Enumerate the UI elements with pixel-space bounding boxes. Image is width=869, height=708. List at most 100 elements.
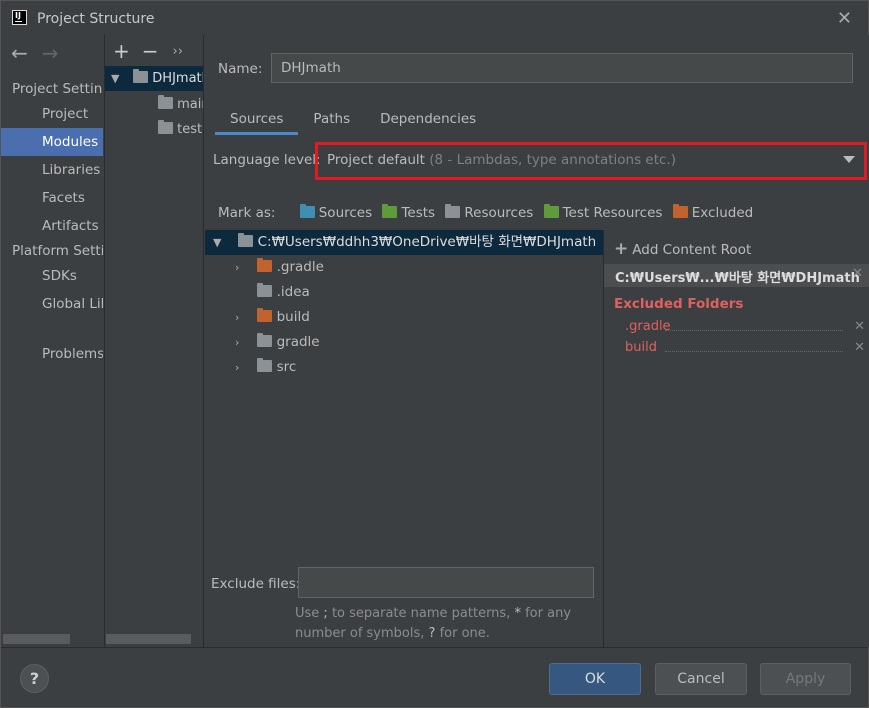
module-folder-icon [158, 95, 173, 109]
chevron-right-icon[interactable]: › [235, 305, 247, 330]
tab-paths[interactable]: Paths [298, 107, 365, 135]
more-actions-icon[interactable]: ›› [173, 44, 183, 59]
module-tree-item[interactable]: main [105, 92, 203, 117]
source-tree-item-label: gradle [276, 334, 320, 350]
module-tabs: Sources Paths Dependencies [215, 107, 491, 135]
nav-item-project[interactable]: Project [1, 100, 103, 128]
modules-horizontal-scrollbar[interactable] [106, 634, 191, 644]
mark-as-resources-label: Resources [464, 205, 534, 221]
content-root-path-label: C:₩Users₩...₩바탕 화면₩DHJmath [615, 271, 860, 286]
module-folder-icon [158, 120, 173, 134]
content-root-panel: + Add Content Root C:₩Users₩...₩바탕 화면₩DHJ… [603, 230, 869, 647]
folder-icon [238, 233, 254, 247]
excluded-folders-title: Excluded Folders [614, 296, 744, 312]
chevron-right-icon[interactable]: › [235, 355, 247, 380]
source-tree-item[interactable]: › build [205, 305, 603, 330]
close-icon[interactable]: ✕ [837, 8, 852, 29]
exclude-files-label: Exclude files: [211, 576, 301, 592]
modules-toolbar: + − ›› [113, 39, 195, 63]
excluded-folder-item: build ✕ [625, 340, 865, 355]
dotted-leader [665, 351, 843, 352]
nav-item-sdks[interactable]: SDKs [1, 262, 103, 290]
language-level-hint: (8 - Lambdas, type annotations etc.) [429, 152, 676, 168]
module-tree-item[interactable]: test [105, 117, 203, 142]
help-text: to separate name patterns, [327, 606, 515, 621]
help-button[interactable]: ? [20, 664, 49, 693]
nav-item-problems[interactable]: Problems [1, 340, 103, 368]
source-tree-root[interactable]: ▼ C:₩Users₩ddhh3₩OneDrive₩바탕 화면₩DHJmath [205, 230, 603, 255]
nav-item-artifacts[interactable]: Artifacts [1, 212, 103, 240]
mark-as-sources-label: Sources [318, 205, 373, 221]
chevron-right-icon[interactable]: › [235, 255, 247, 280]
excluded-folder-icon [257, 308, 273, 322]
dotted-leader [665, 330, 843, 331]
add-content-root-button[interactable]: + Add Content Root [614, 239, 751, 259]
folder-icon [257, 358, 273, 372]
module-name-input[interactable]: DHJmath [271, 53, 853, 83]
source-tree-item[interactable]: › gradle [205, 330, 603, 355]
content-root-path: C:₩Users₩...₩바탕 화면₩DHJmath ✕ [604, 264, 869, 287]
module-tree-root[interactable]: ▼ DHJmath [105, 66, 203, 91]
test-resources-folder-icon [543, 204, 559, 218]
cancel-button[interactable]: Cancel [655, 663, 747, 695]
nav-item-libraries[interactable]: Libraries [1, 156, 103, 184]
forward-arrow-icon[interactable]: → [42, 41, 59, 65]
apply-button[interactable]: Apply [760, 663, 851, 695]
remove-module-icon[interactable]: − [142, 39, 159, 63]
mark-as-tests-button[interactable]: Tests [382, 204, 436, 221]
excluded-folder-label: build [625, 340, 657, 355]
chevron-down-icon[interactable]: ▼ [213, 230, 225, 255]
module-child-label: main [177, 97, 203, 112]
language-level-label: Language level: [213, 152, 321, 168]
nav-section-project-settings: Project Settings [12, 81, 103, 97]
nav-arrows: ← → [11, 41, 59, 65]
module-folder-icon [133, 69, 149, 83]
mark-as-test-resources-button[interactable]: Test Resources [543, 204, 663, 221]
name-label: Name: [218, 61, 263, 77]
source-tree-item-label: .gradle [276, 259, 324, 275]
source-tree: ▼ C:₩Users₩ddhh3₩OneDrive₩바탕 화면₩DHJmath … [205, 230, 603, 560]
remove-excluded-icon[interactable]: ✕ [854, 340, 865, 355]
chevron-right-icon[interactable]: › [235, 330, 247, 355]
tab-dependencies[interactable]: Dependencies [365, 107, 491, 135]
exclude-files-input[interactable] [298, 567, 594, 598]
source-tree-item[interactable]: › src [205, 355, 603, 380]
mark-as-label: Mark as: [218, 205, 276, 221]
window-title: Project Structure [37, 11, 155, 27]
source-tree-item[interactable]: .idea [205, 280, 603, 305]
mark-as-test-resources-label: Test Resources [562, 205, 663, 221]
dialog-footer: ? OK Cancel Apply [1, 647, 868, 707]
mark-as-tests-label: Tests [401, 205, 436, 221]
title-bar: IJ Project Structure ✕ [1, 1, 868, 35]
source-tree-item-label: build [276, 309, 310, 325]
nav-item-global-libraries[interactable]: Global Libraries [1, 290, 103, 318]
language-level-highlight: Project default (8 - Lambdas, type annot… [315, 142, 867, 180]
nav-item-facets[interactable]: Facets [1, 184, 103, 212]
module-settings-panel: Name: DHJmath Sources Paths Dependencies L… [205, 35, 869, 647]
language-level-dropdown[interactable]: Project default (8 - Lambdas, type annot… [321, 147, 861, 175]
language-level-value: Project default [327, 152, 425, 168]
chevron-down-icon[interactable]: ▼ [111, 66, 123, 91]
modules-panel: +−›› ▼ DHJmath main test [104, 35, 204, 647]
mark-as-excluded-button[interactable]: Excluded [672, 204, 753, 221]
settings-nav: ←→ Project Settings Project Modules Libr… [1, 35, 103, 647]
nav-horizontal-scrollbar[interactable] [3, 634, 70, 644]
mark-as-toolbar: Mark as: Sources Tests Resources Test Re… [218, 204, 753, 221]
source-tree-root-path: C:₩Users₩ddhh3₩OneDrive₩바탕 화면₩DHJmath [257, 234, 597, 250]
remove-content-root-icon[interactable]: ✕ [852, 266, 863, 281]
ok-button[interactable]: OK [549, 663, 641, 695]
folder-icon [257, 333, 273, 347]
module-name: DHJmath [152, 71, 203, 86]
source-tree-item-label: src [276, 359, 297, 375]
remove-excluded-icon[interactable]: ✕ [854, 319, 865, 334]
tab-sources[interactable]: Sources [215, 107, 299, 135]
mark-as-resources-button[interactable]: Resources [445, 204, 534, 221]
mark-as-sources-button[interactable]: Sources [299, 204, 373, 221]
source-tree-item[interactable]: › .gradle [205, 255, 603, 280]
excluded-folder-icon [257, 258, 273, 272]
help-text: Use [295, 606, 324, 621]
nav-item-modules[interactable]: Modules [1, 128, 103, 156]
add-module-icon[interactable]: + [113, 39, 130, 63]
back-arrow-icon[interactable]: ← [11, 41, 28, 65]
excluded-folder-item: .gradle ✕ [625, 319, 865, 334]
